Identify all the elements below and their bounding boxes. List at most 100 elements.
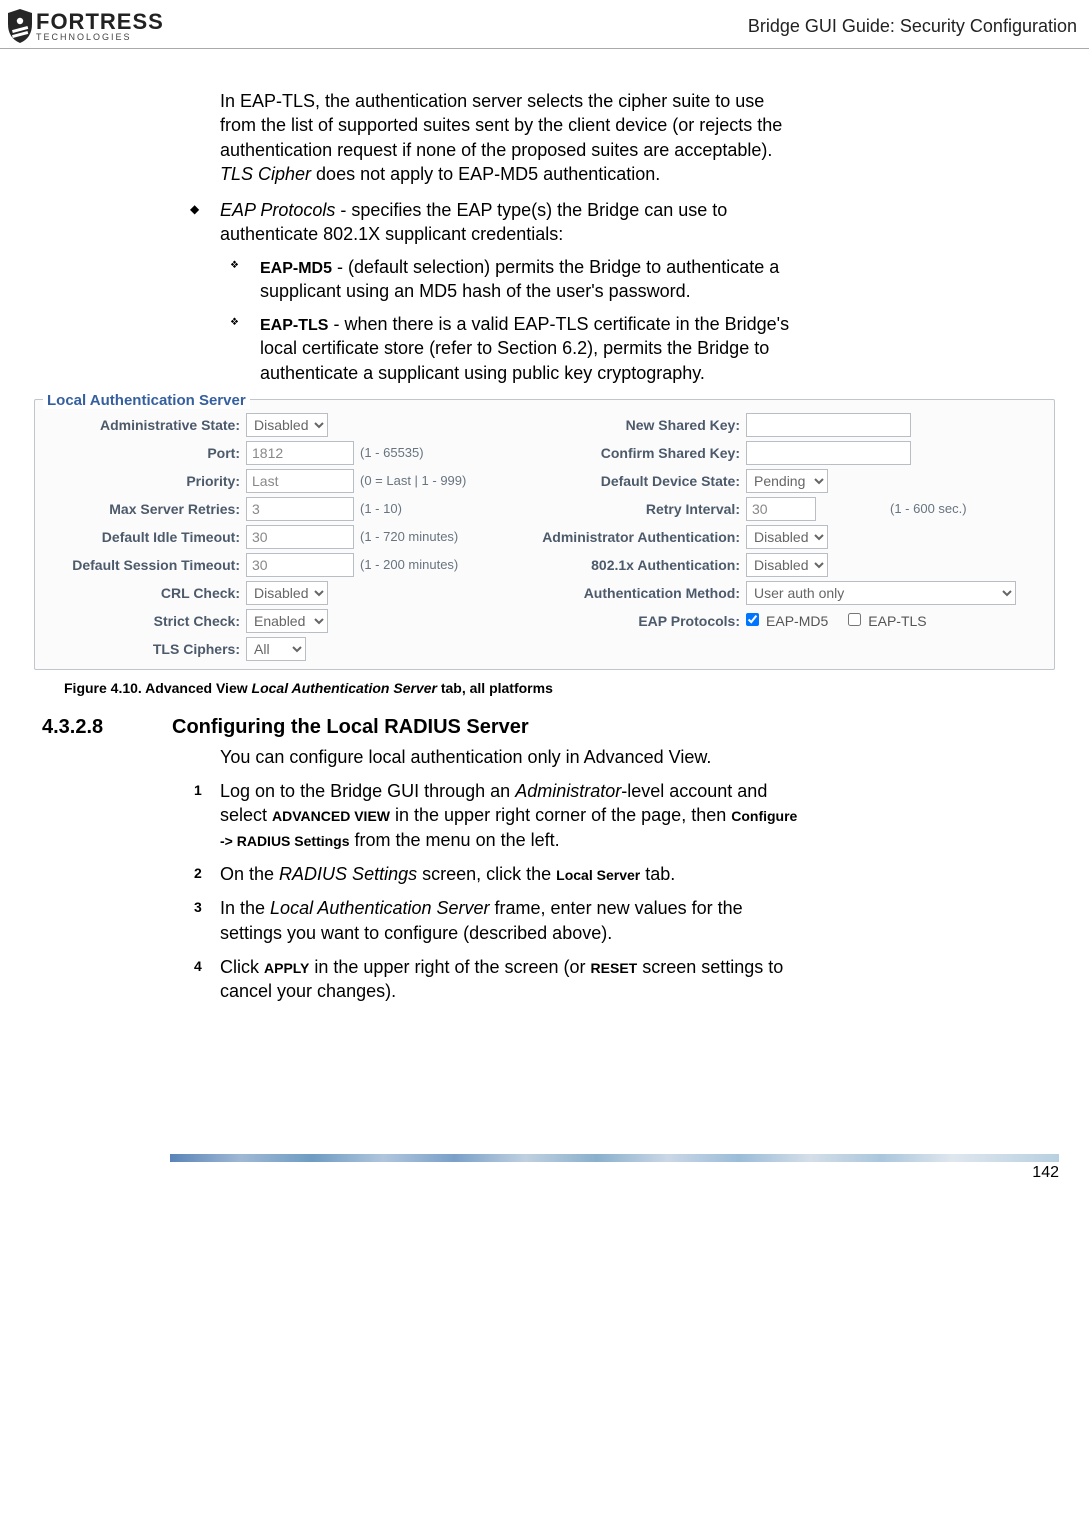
step-number: 1	[194, 779, 220, 852]
text: tab.	[640, 864, 675, 884]
label-crl-check: CRL Check:	[41, 585, 246, 601]
text-bold: APPLY	[264, 960, 309, 976]
page-footer: 142	[0, 1154, 1089, 1202]
step-number: 3	[194, 896, 220, 945]
logo-text: FORTRESS TECHNOLOGIES	[36, 11, 164, 42]
confirm-key-input[interactable]	[746, 441, 911, 465]
text: tab, all platforms	[437, 680, 553, 696]
idle-timeout-input[interactable]	[246, 525, 354, 549]
label-priority: Priority:	[41, 473, 246, 489]
text: Click	[220, 957, 264, 977]
sub-bullet-item: ❖ EAP-TLS - when there is a valid EAP-TL…	[230, 312, 799, 385]
label-new-key: New Shared Key:	[526, 417, 746, 433]
text-bold: EAP-TLS	[260, 317, 328, 334]
hint-idle-timeout: (1 - 720 minutes)	[356, 529, 526, 544]
crl-check-select[interactable]: Disabled	[246, 581, 328, 605]
text: On the	[220, 864, 279, 884]
text-bold: EAP-MD5	[260, 260, 332, 277]
page-header: FORTRESS TECHNOLOGIES Bridge GUI Guide: …	[0, 0, 1089, 49]
strict-check-select[interactable]: Enabled	[246, 609, 328, 633]
logo-sub: TECHNOLOGIES	[36, 33, 164, 42]
step-number: 2	[194, 862, 220, 886]
section-title: Configuring the Local RADIUS Server	[172, 716, 529, 739]
footer-divider	[170, 1154, 1059, 1162]
logo-main: FORTRESS	[36, 11, 164, 33]
page-content: In EAP-TLS, the authentication server se…	[0, 49, 1089, 1004]
eap-tls-label: EAP-TLS	[868, 613, 926, 629]
text: - (default selection) permits the Bridge…	[260, 257, 779, 302]
header-title: Bridge GUI Guide: Security Configuration	[748, 16, 1077, 37]
label-admin-state: Administrative State:	[41, 417, 246, 433]
hint-retry-interval: (1 - 600 sec.)	[886, 501, 1044, 516]
step-item: 1 Log on to the Bridge GUI through an Ad…	[194, 779, 799, 852]
dot1x-auth-select[interactable]: Disabled	[746, 553, 828, 577]
label-eap-protocols: EAP Protocols:	[526, 613, 746, 629]
step-number: 4	[194, 955, 220, 1004]
sub-bullet-text: EAP-TLS - when there is a valid EAP-TLS …	[260, 312, 799, 385]
port-input[interactable]	[246, 441, 354, 465]
label-max-retries: Max Server Retries:	[41, 501, 246, 517]
tls-ciphers-select[interactable]: All	[246, 637, 306, 661]
step-text: Log on to the Bridge GUI through an Admi…	[220, 779, 799, 852]
step-text: Click APPLY in the upper right of the sc…	[220, 955, 799, 1004]
label-tls-ciphers: TLS Ciphers:	[41, 641, 246, 657]
text: does not apply to EAP-MD5 authentication…	[311, 164, 660, 184]
retry-interval-input[interactable]	[746, 497, 816, 521]
sub-bullet-icon: ❖	[230, 312, 260, 385]
local-auth-server-panel: Local Authentication Server Administrati…	[34, 399, 1055, 670]
eap-protocols-group: EAP-MD5 EAP-TLS	[746, 610, 1044, 631]
label-device-state: Default Device State:	[526, 473, 746, 489]
session-timeout-input[interactable]	[246, 553, 354, 577]
device-state-select[interactable]: Pending	[746, 469, 828, 493]
eap-md5-checkbox[interactable]	[746, 613, 759, 626]
text: Log on to the Bridge GUI through an	[220, 781, 515, 801]
fieldset-title: Local Authentication Server	[43, 392, 250, 409]
hint-port: (1 - 65535)	[356, 445, 526, 460]
shield-icon	[6, 8, 34, 44]
hint-priority: (0 = Last | 1 - 999)	[356, 473, 526, 488]
text: - when there is a valid EAP-TLS certific…	[260, 314, 789, 383]
step-item: 2 On the RADIUS Settings screen, click t…	[194, 862, 799, 886]
admin-state-select[interactable]: Disabled	[246, 413, 328, 437]
text: from the menu on the left.	[350, 830, 560, 850]
text-italic: Local Authentication Server	[252, 680, 437, 696]
bullet-item: ◆ EAP Protocols - specifies the EAP type…	[190, 198, 799, 247]
bullet-icon: ◆	[190, 198, 220, 247]
new-key-input[interactable]	[746, 413, 911, 437]
text: in the upper right of the screen (or	[309, 957, 590, 977]
form-grid: Administrative State: Disabled New Share…	[35, 413, 1054, 669]
eap-tls-checkbox[interactable]	[848, 613, 861, 626]
step-text: On the RADIUS Settings screen, click the…	[220, 862, 799, 886]
text-italic: TLS Cipher	[220, 164, 311, 184]
priority-input[interactable]	[246, 469, 354, 493]
text: In EAP-TLS, the authentication server se…	[220, 91, 782, 160]
label-session-timeout: Default Session Timeout:	[41, 557, 246, 573]
bullet-text: EAP Protocols - specifies the EAP type(s…	[220, 198, 799, 247]
page-number: 142	[0, 1164, 1089, 1202]
text: in the upper right corner of the page, t…	[390, 805, 731, 825]
sub-bullet-text: EAP-MD5 - (default selection) permits th…	[260, 255, 799, 304]
section-heading: 4.3.2.8 Configuring the Local RADIUS Ser…	[30, 716, 1059, 739]
auth-method-select[interactable]: User auth only	[746, 581, 1016, 605]
label-retry-interval: Retry Interval:	[526, 501, 746, 517]
max-retries-input[interactable]	[246, 497, 354, 521]
intro-paragraph: In EAP-TLS, the authentication server se…	[220, 89, 799, 186]
sub-bullet-item: ❖ EAP-MD5 - (default selection) permits …	[230, 255, 799, 304]
text-italic: Administrator	[515, 781, 621, 801]
text-bold: Local Server	[556, 867, 640, 883]
text-italic: EAP Protocols	[220, 200, 335, 220]
label-port: Port:	[41, 445, 246, 461]
hint-max-retries: (1 - 10)	[356, 501, 526, 516]
logo: FORTRESS TECHNOLOGIES	[6, 8, 164, 44]
text-italic: Local Authentication Server	[270, 898, 489, 918]
step-text: In the Local Authentication Server frame…	[220, 896, 799, 945]
text: In the	[220, 898, 270, 918]
eap-md5-label: EAP-MD5	[766, 613, 828, 629]
hint-session-timeout: (1 - 200 minutes)	[356, 557, 526, 572]
text-bold: RESET	[591, 960, 638, 976]
text: Figure 4.10. Advanced View	[64, 680, 252, 696]
section-intro: You can configure local authentication o…	[220, 745, 799, 769]
admin-auth-select[interactable]: Disabled	[746, 525, 828, 549]
label-confirm-key: Confirm Shared Key:	[526, 445, 746, 461]
step-item: 4 Click APPLY in the upper right of the …	[194, 955, 799, 1004]
